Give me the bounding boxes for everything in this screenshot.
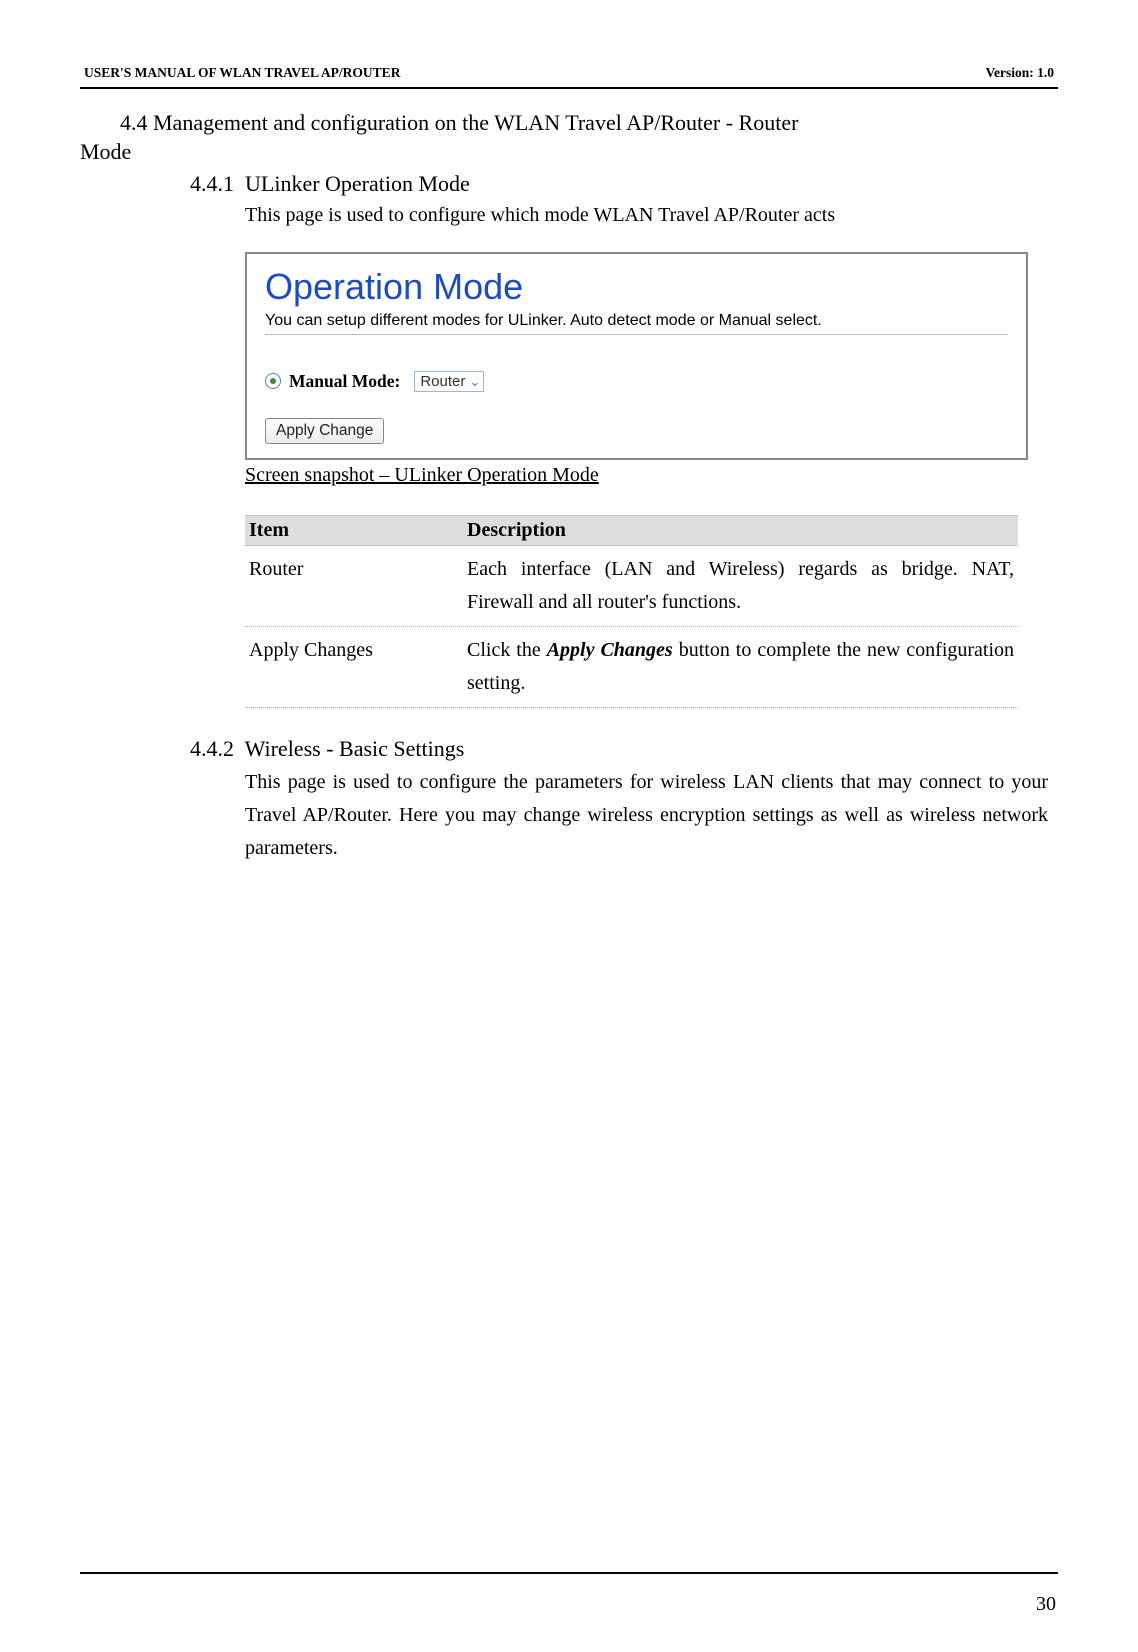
screenshot-subtext: You can setup different modes for ULinke… [265,312,1008,335]
table-row: Apply Changes Click the Apply Changes bu… [245,627,1018,708]
table-row: Router Each interface (LAN and Wireless)… [245,546,1018,627]
table-header-description: Description [463,516,1018,545]
header-divider [80,87,1058,89]
description-table: Item Description Router Each interface (… [245,515,1018,708]
chevron-down-icon: ⌄ [469,375,480,388]
mode-select[interactable]: Router ⌄ [414,371,484,392]
manual-mode-radio[interactable] [265,373,281,389]
header-left: USER'S MANUAL OF WLAN TRAVEL AP/ROUTER [84,65,400,81]
apply-change-button[interactable]: Apply Change [265,418,384,444]
section-4-4-2-heading: 4.4.2 Wireless - Basic Settings [190,736,1058,762]
section-4-4-2-desc: This page is used to configure the param… [245,766,1048,865]
screenshot-caption: Screen snapshot – ULinker Operation Mode [245,464,1058,487]
table-header-item: Item [245,516,463,545]
page-number: 30 [1036,1593,1056,1616]
screenshot-title: Operation Mode [265,266,1008,308]
section-4-4-1-desc: This page is used to configure which mod… [245,201,1048,230]
operation-mode-screenshot: Operation Mode You can setup different m… [245,252,1028,460]
header-right: Version: 1.0 [985,65,1054,81]
section-4-4-1-heading: 4.4.1 ULinker Operation Mode [190,171,1058,197]
footer-divider [80,1572,1058,1574]
section-4-4-heading: 4.4 Management and configuration on the … [80,107,1058,165]
mode-select-value: Router [420,373,465,390]
manual-mode-label: Manual Mode: [289,371,400,392]
